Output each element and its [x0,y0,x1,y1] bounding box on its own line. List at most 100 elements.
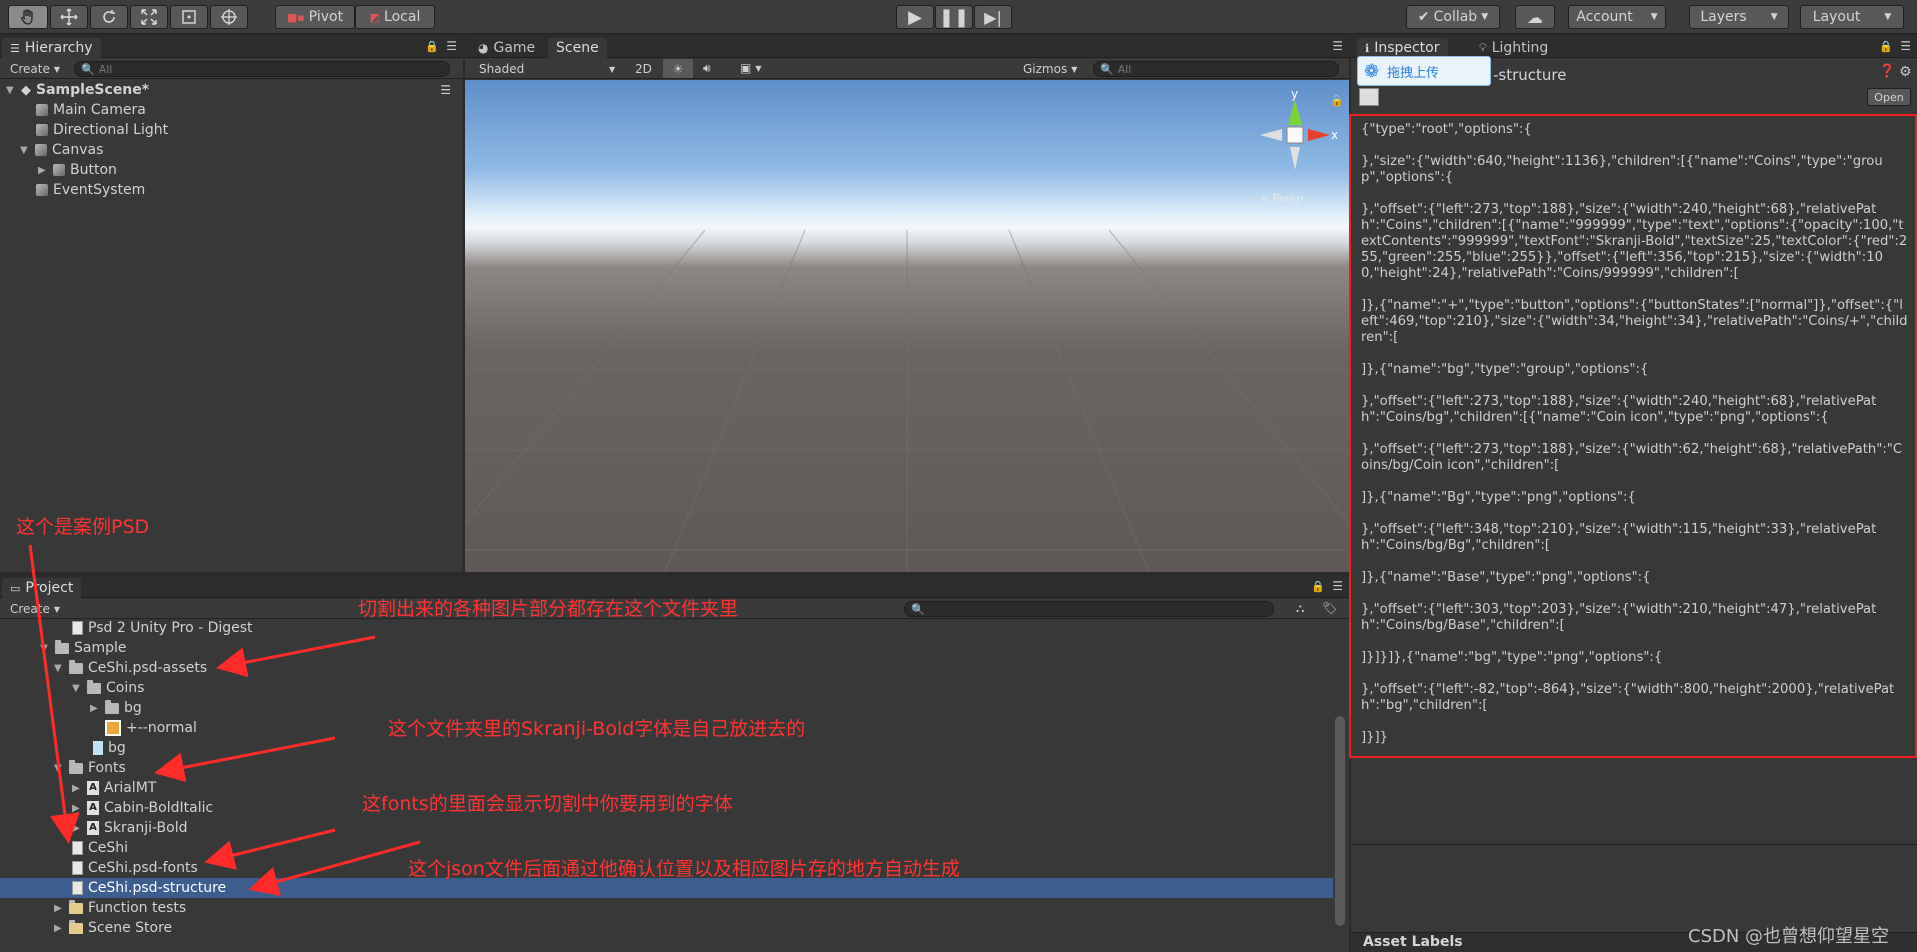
panel-menu-icon[interactable]: ☰ [446,39,457,53]
expand-arrow-icon[interactable]: ▼ [72,683,82,694]
collapse-arrow-icon[interactable]: ▶ [90,703,100,714]
json-content-highlight: {"type":"root","options":{ },"size":{"wi… [1349,114,1917,758]
project-item-font[interactable]: ▶ A ArialMT [72,778,156,798]
collapse-arrow-icon[interactable]: ▶ [72,783,82,794]
project-search-input[interactable]: 🔍 [904,601,1274,617]
expand-arrow-icon[interactable]: ▼ [40,643,50,654]
tab-project[interactable]: ▭ Project [2,578,82,598]
expand-arrow-icon[interactable]: ▼ [54,763,64,774]
project-panel: ▭ Project 🔒 ☰ Create ▼ 🔍 ⛬ 🏷︎ Psd 2 Unit… [0,576,1349,952]
lock-icon[interactable]: 🔒 [1879,40,1893,53]
rect-tool-button[interactable] [170,5,208,29]
play-button[interactable]: ▶ [896,5,934,29]
font-icon: A [87,781,99,795]
project-item[interactable]: Psd 2 Unity Pro - Digest [72,618,253,638]
2d-toggle[interactable]: 2D [635,62,652,76]
layout-dropdown[interactable]: Layout ▼ [1800,5,1904,29]
panel-menu-icon[interactable]: ☰ [1900,39,1911,53]
collapse-arrow-icon[interactable]: ▶ [54,903,64,914]
create-dropdown[interactable]: Create ▼ [10,602,60,616]
filter-label-icon[interactable]: 🏷︎ [1322,601,1337,615]
shading-mode-dropdown[interactable]: Shaded ▼ [479,62,619,76]
project-item-folder[interactable]: ▶ Function tests [54,898,186,918]
filter-type-icon[interactable]: ⛬ [1296,601,1304,616]
collapse-arrow-icon[interactable]: ▶ [72,803,82,814]
item-label: bg [108,740,126,756]
scene-menu-icon[interactable]: ☰ [440,83,451,97]
project-item-folder[interactable]: ▼ Coins [72,678,144,698]
collapse-arrow-icon[interactable]: ▶ [72,823,82,834]
tab-inspector[interactable]: ℹ Inspector [1357,38,1448,58]
expand-arrow-icon[interactable]: ▼ [20,145,30,156]
search-icon: 🔍 [1100,62,1114,76]
scene-search-input[interactable]: 🔍 All [1093,61,1339,77]
project-item-psd[interactable]: CeShi [72,838,128,858]
tab-lighting[interactable]: 💡︎ Lighting [1471,38,1556,58]
cloud-button[interactable]: ☁ [1515,5,1555,29]
project-item[interactable]: +--normal [105,718,197,738]
step-button[interactable]: ▶| [974,5,1012,29]
project-item[interactable]: CeShi.psd-fonts [72,858,198,878]
move-tool-button[interactable] [50,5,88,29]
pause-button[interactable]: ❚❚ [935,5,973,29]
gear-icon[interactable]: ⚙ [1899,64,1912,80]
hierarchy-search-input[interactable]: 🔍 All [74,61,450,77]
hierarchy-item-directional-light[interactable]: Directional Light [36,120,168,140]
lighting-toggle[interactable]: ☀ [663,59,693,78]
project-item-folder[interactable]: ▶ bg [90,698,142,718]
hierarchy-item-canvas[interactable]: ▼ Canvas [20,140,103,160]
gizmos-dropdown[interactable]: Gizmos ▼ [1023,62,1077,76]
panel-menu-icon[interactable]: ☰ [1332,39,1343,53]
hierarchy-item-button[interactable]: ▶ Button [38,160,117,180]
transform-tool-button[interactable] [210,5,248,29]
effects-dropdown[interactable]: ▣ ▼ [740,61,762,75]
lock-icon[interactable]: 🔒 [1311,580,1325,593]
asset-file-icon [1359,88,1379,106]
hierarchy-item-eventsystem[interactable]: EventSystem [36,180,145,200]
font-icon: A [87,821,99,835]
project-item-folder[interactable]: ▼ Sample [40,638,127,658]
panel-menu-icon[interactable]: ☰ [1332,579,1343,593]
account-dropdown[interactable]: Account ▼ [1568,5,1666,29]
tab-scene[interactable]: Scene [548,38,607,58]
scene-root-item[interactable]: ▼ ◆ SampleScene* ☰ [6,80,461,100]
item-label: bg [124,700,142,716]
audio-toggle[interactable]: 🔊︎ [703,61,711,76]
project-item[interactable]: bg [93,738,126,758]
project-item-font[interactable]: ▶ A Cabin-BoldItalic [72,798,213,818]
step-icon: ▶| [984,7,1002,27]
scrollbar-thumb[interactable] [1335,716,1345,926]
rotate-tool-button[interactable] [90,5,128,29]
layers-dropdown[interactable]: Layers ▼ [1689,5,1789,29]
tab-scene-label: Scene [556,40,599,56]
ground-grid [465,230,1349,572]
project-item-folder[interactable]: ▼ CeShi.psd-assets [54,658,207,678]
tab-game[interactable]: ◕ Game [470,38,543,58]
scene-viewport[interactable]: 🔒 y x < Persp [465,80,1349,572]
lock-icon[interactable]: 🔒 [425,40,439,53]
folder-icon [69,899,83,914]
expand-arrow-icon[interactable]: ▼ [54,663,64,674]
orientation-gizmo[interactable]: y x [1250,90,1340,180]
project-item-folder[interactable]: ▶ Scene Store [54,918,172,938]
cloud-icon: ☁ [1527,7,1543,27]
open-button[interactable]: Open [1867,88,1911,106]
upload-overlay[interactable]: ❁ 拖拽上传 [1357,56,1491,86]
project-item-font[interactable]: ▶ A Skranji-Bold [72,818,187,838]
hand-tool-button[interactable] [8,5,48,29]
collapse-arrow-icon[interactable]: ▶ [54,923,64,934]
project-item-selected[interactable]: CeShi.psd-structure [0,878,1333,898]
pivot-button[interactable]: ■▪ Pivot [275,5,355,29]
expand-arrow-icon[interactable]: ▼ [6,85,16,96]
help-icon[interactable]: ❓ [1879,64,1895,79]
scale-tool-button[interactable] [130,5,168,29]
collab-dropdown[interactable]: ✔ Collab ▼ [1406,5,1500,29]
hierarchy-item-main-camera[interactable]: Main Camera [36,100,146,120]
project-item-folder[interactable]: ▼ Fonts [54,758,126,778]
persp-label[interactable]: < Persp [1260,192,1303,205]
tab-hierarchy[interactable]: ☰ Hierarchy [2,38,101,58]
local-button[interactable]: ◩ Local [355,5,435,29]
create-dropdown[interactable]: Create ▼ [10,62,60,76]
json-content: {"type":"root","options":{ },"size":{"wi… [1361,122,1908,745]
collapse-arrow-icon[interactable]: ▶ [38,165,48,176]
